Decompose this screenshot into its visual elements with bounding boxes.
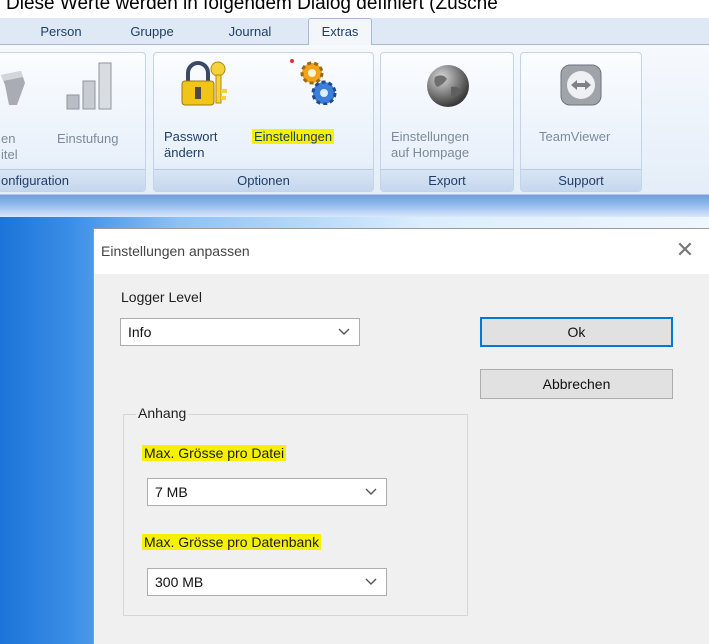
group-label-optionen: Optionen	[154, 169, 373, 191]
tab-extras[interactable]: Extras	[308, 18, 372, 46]
ribbon-group-support: TeamViewer Support	[520, 52, 642, 192]
einstufung-label: Einstufung	[57, 131, 119, 146]
anhang-groupbox: Anhang Max. Grösse pro Datei 7 MB Max. G…	[123, 405, 468, 616]
document-heading-clipped: Diese Werte werden in folgendem Dialog d…	[6, 0, 498, 14]
logger-level-select[interactable]: Info	[120, 318, 360, 346]
teamviewer-icon	[560, 64, 602, 106]
einstufung-button[interactable]: Einstufung	[49, 59, 133, 167]
passwort-aendern-button[interactable]: Passwort ändern	[160, 59, 250, 169]
teamviewer-label: TeamViewer	[539, 129, 611, 144]
ribbon-button-label: en	[1, 131, 16, 146]
group-label-configuration: onfiguration	[0, 169, 145, 191]
tool-icon	[1, 71, 25, 105]
anhang-label: Anhang	[136, 405, 189, 421]
ribbon-button-label: itel	[1, 147, 18, 162]
logger-level-label: Logger Level	[121, 289, 202, 305]
ribbon-group-optionen: Passwort ändern Einstellungen Optionen	[153, 52, 374, 192]
ribbon-group-export: Einstellungen auf Hompage Export	[380, 52, 514, 192]
group-label-support: Support	[521, 169, 641, 191]
einstellungen-label-text: Einstellungen	[252, 129, 335, 144]
ribbon-button-clipped[interactable]: en itel	[0, 59, 31, 167]
ok-button[interactable]: Ok	[480, 317, 673, 347]
gears-icon	[290, 59, 337, 105]
ribbon-tab-bar: Person Gruppe Journal Extras	[0, 18, 709, 46]
chevron-down-icon	[338, 328, 350, 335]
tab-journal[interactable]: Journal	[212, 22, 288, 44]
max-file-size-label-text: Max. Grösse pro Datei	[142, 445, 287, 461]
tab-gruppe[interactable]: Gruppe	[117, 22, 187, 44]
padlock-key-icon	[181, 61, 227, 106]
ribbon: en itel Einstufung onfiguration Passwort…	[0, 45, 709, 195]
passwort-label-line2: ändern	[164, 145, 205, 160]
teamviewer-button[interactable]: TeamViewer	[525, 59, 639, 169]
max-db-size-select[interactable]: 300 MB	[147, 568, 387, 596]
globe-icon	[427, 65, 469, 107]
einstellungen-label: Einstellungen	[252, 129, 335, 145]
chevron-down-icon	[365, 488, 377, 495]
max-file-size-value: 7 MB	[155, 484, 188, 500]
einstellungen-dialog: Einstellungen anpassen ✕ Logger Level In…	[93, 228, 709, 644]
logger-level-value: Info	[128, 324, 152, 340]
einstellungen-homepage-button[interactable]: Einstellungen auf Hompage	[387, 59, 507, 169]
ribbon-group-configuration: en itel Einstufung onfiguration	[0, 52, 146, 192]
tab-person[interactable]: Person	[26, 22, 96, 44]
bar-levels-icon	[66, 62, 112, 110]
homepage-label-line2: auf Hompage	[391, 145, 470, 160]
homepage-label-line1: Einstellungen	[391, 129, 470, 144]
ribbon-bottom-band	[0, 195, 709, 217]
max-db-size-label-text: Max. Grösse pro Datenbank	[142, 534, 322, 550]
close-button[interactable]: ✕	[670, 237, 700, 265]
max-db-size-label: Max. Grösse pro Datenbank	[142, 534, 322, 550]
max-db-size-value: 300 MB	[155, 574, 204, 590]
passwort-label-line1: Passwort	[164, 129, 218, 144]
max-file-size-select[interactable]: 7 MB	[147, 478, 387, 506]
einstellungen-button[interactable]: Einstellungen	[250, 59, 372, 169]
chevron-down-icon	[365, 578, 377, 585]
max-file-size-label: Max. Grösse pro Datei	[142, 445, 287, 461]
group-label-export: Export	[381, 169, 513, 191]
dialog-title-bar: Einstellungen anpassen ✕	[94, 229, 709, 274]
abbrechen-button[interactable]: Abbrechen	[480, 369, 673, 399]
dialog-title: Einstellungen anpassen	[101, 243, 250, 259]
